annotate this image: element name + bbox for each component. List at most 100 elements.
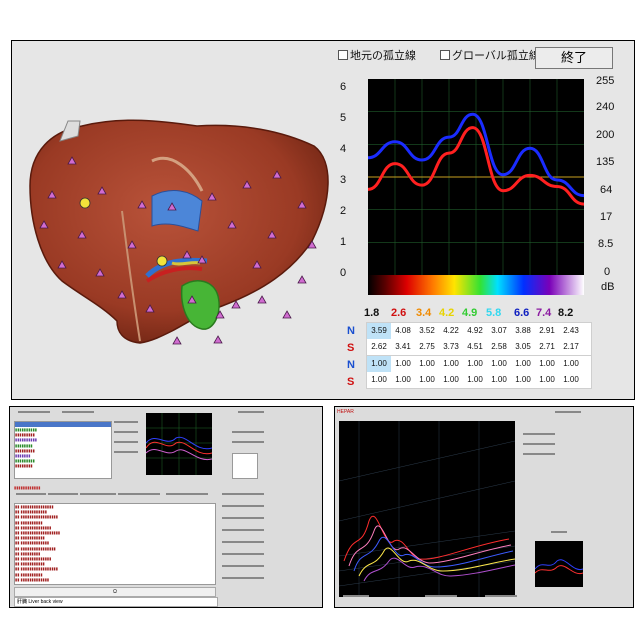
table-cell[interactable]: 3.41	[391, 339, 415, 355]
filter-button[interactable]	[118, 493, 160, 495]
filter-button[interactable]	[80, 493, 116, 495]
color-spectrum-bar	[368, 275, 584, 295]
category-list[interactable]: ▮▮▮▮▮▮▮▮▮▮ ▮▮▮▮▮▮▮▮▮ ▮▮▮▮▮▮▮▮▮▮ ▮▮▮▮▮▮▮▮…	[14, 421, 112, 479]
table-cell[interactable]: 2.71	[535, 339, 559, 355]
action-button[interactable]	[222, 493, 264, 495]
table-cell[interactable]: 1.00	[367, 372, 391, 388]
table2-row-label-s: S	[347, 376, 355, 388]
side-button[interactable]	[114, 421, 138, 423]
bottom-button[interactable]	[343, 595, 369, 597]
mini-preview-chart	[535, 541, 583, 587]
bottom-button[interactable]	[485, 595, 517, 597]
table-cell[interactable]: 1.00	[559, 356, 583, 372]
left-axis-tick: 1	[340, 236, 347, 248]
spectrum-scale-label: 3.4	[416, 307, 432, 319]
table-cell[interactable]: 1.00	[391, 356, 415, 372]
right-axis-tick: 200	[596, 129, 615, 141]
table-cell[interactable]: 3.88	[511, 323, 535, 339]
spectrum-scale-label: 4.9	[462, 307, 478, 319]
filter-button[interactable]	[166, 493, 208, 495]
table-cell[interactable]: 1.00	[439, 356, 463, 372]
toolbar-button[interactable]	[18, 411, 50, 413]
action-button[interactable]	[222, 565, 264, 567]
table-cell[interactable]: 3.73	[439, 339, 463, 355]
table-cell[interactable]: 1.00	[535, 356, 559, 372]
table-cell[interactable]: 2.17	[559, 339, 583, 355]
list-header: Ω	[14, 587, 216, 597]
local-isoline-toggle[interactable]: 地元の孤立線	[338, 47, 416, 63]
table-cell[interactable]: 2.62	[367, 339, 391, 355]
left-axis-tick: 3	[340, 174, 347, 186]
3d-spectrum-view	[339, 421, 515, 597]
table-cell[interactable]: 2.75	[415, 339, 439, 355]
db-label: dB	[601, 281, 615, 293]
table-row: 1.00 1.00 1.00 1.00 1.00 1.00 1.00 1.00 1.00	[367, 356, 591, 372]
table-cell[interactable]: 3.52	[415, 323, 439, 339]
side-button[interactable]	[114, 431, 138, 433]
table-cell[interactable]: 3.05	[511, 339, 535, 355]
table-cell[interactable]: 1.00	[487, 372, 511, 388]
side-button[interactable]	[523, 443, 555, 445]
spectrum-line-chart	[368, 79, 584, 275]
table-cell[interactable]: 4.08	[391, 323, 415, 339]
table-cell[interactable]: 1.00	[487, 356, 511, 372]
side-button[interactable]	[114, 441, 138, 443]
table-cell[interactable]: 2.43	[559, 323, 583, 339]
table-cell[interactable]: 1.00	[391, 372, 415, 388]
table-cell[interactable]: 1.00	[415, 356, 439, 372]
table-cell[interactable]: 1.00	[463, 372, 487, 388]
toolbar-button[interactable]	[62, 411, 94, 413]
table-cell[interactable]: 1.00	[511, 356, 535, 372]
right-axis-tick: 8.5	[598, 238, 614, 250]
side-button[interactable]	[523, 433, 555, 435]
top-right-button[interactable]	[238, 411, 264, 413]
table-cell[interactable]: 4.92	[463, 323, 487, 339]
table-cell[interactable]: 4.51	[463, 339, 487, 355]
table-cell[interactable]: 4.22	[439, 323, 463, 339]
left-axis-tick: 2	[340, 205, 347, 217]
end-button[interactable]: 終了	[535, 47, 613, 69]
table-cell[interactable]: 1.00	[535, 372, 559, 388]
liver-illustration	[29, 119, 329, 345]
right-axis-tick: 0	[604, 266, 611, 278]
side-button[interactable]	[232, 441, 264, 443]
side-button[interactable]	[232, 431, 264, 433]
table-cell[interactable]: 1.00	[463, 356, 487, 372]
table-cell[interactable]: 1.00	[559, 372, 583, 388]
left-axis-tick: 5	[340, 112, 347, 124]
table-cell[interactable]: 3.59	[367, 323, 391, 339]
results-list[interactable]: ▮▮ ▮▮▮▮▮▮▮▮▮▮▮▮▮▮▮ ▮▮ ▮▮▮▮▮▮▮▮▮▮▮▮ ▮▮ ▮▮…	[14, 503, 216, 585]
spectrum-scale-label: 7.4	[536, 307, 552, 319]
table-cell[interactable]: 1.00	[415, 372, 439, 388]
table1-row-label-s: S	[347, 342, 355, 354]
bottom-button[interactable]	[425, 595, 457, 597]
spectrum-scale-label: 4.2	[439, 307, 455, 319]
filter-button[interactable]	[16, 493, 46, 495]
table-row: 1.00 1.00 1.00 1.00 1.00 1.00 1.00 1.00 1.00	[367, 372, 591, 388]
small-button[interactable]	[551, 531, 567, 533]
ratio-table-1: 3.59 4.08 3.52 4.22 4.92 3.07 3.88 2.91 2.43 2.62…	[366, 322, 592, 356]
action-button[interactable]	[222, 541, 264, 543]
checkbox-icon[interactable]	[338, 50, 348, 60]
action-button[interactable]	[222, 553, 264, 555]
side-button[interactable]	[114, 451, 138, 453]
filter-button[interactable]	[48, 493, 78, 495]
action-button[interactable]	[222, 505, 264, 507]
top-right-button[interactable]	[555, 411, 581, 413]
bottom-left-window: ▮▮▮▮▮▮▮▮▮▮ ▮▮▮▮▮▮▮▮▮ ▮▮▮▮▮▮▮▮▮▮ ▮▮▮▮▮▮▮▮…	[9, 406, 323, 608]
action-button[interactable]	[222, 529, 264, 531]
global-isoline-toggle[interactable]: グローバル孤立線	[440, 47, 540, 63]
table2-row-label-n: N	[347, 359, 355, 371]
checkbox-icon[interactable]	[440, 50, 450, 60]
right-axis-tick: 64	[600, 184, 613, 196]
table-cell[interactable]: 2.58	[487, 339, 511, 355]
table-cell[interactable]: 2.91	[535, 323, 559, 339]
table-cell[interactable]: 3.07	[487, 323, 511, 339]
table-cell[interactable]: 1.00	[511, 372, 535, 388]
table-cell[interactable]: 1.00	[367, 356, 391, 372]
table-cell[interactable]: 1.00	[439, 372, 463, 388]
action-button[interactable]	[222, 577, 264, 579]
side-button[interactable]	[523, 453, 555, 455]
action-button[interactable]	[222, 517, 264, 519]
footer-status: 肝臓 Liver back view	[14, 597, 218, 607]
